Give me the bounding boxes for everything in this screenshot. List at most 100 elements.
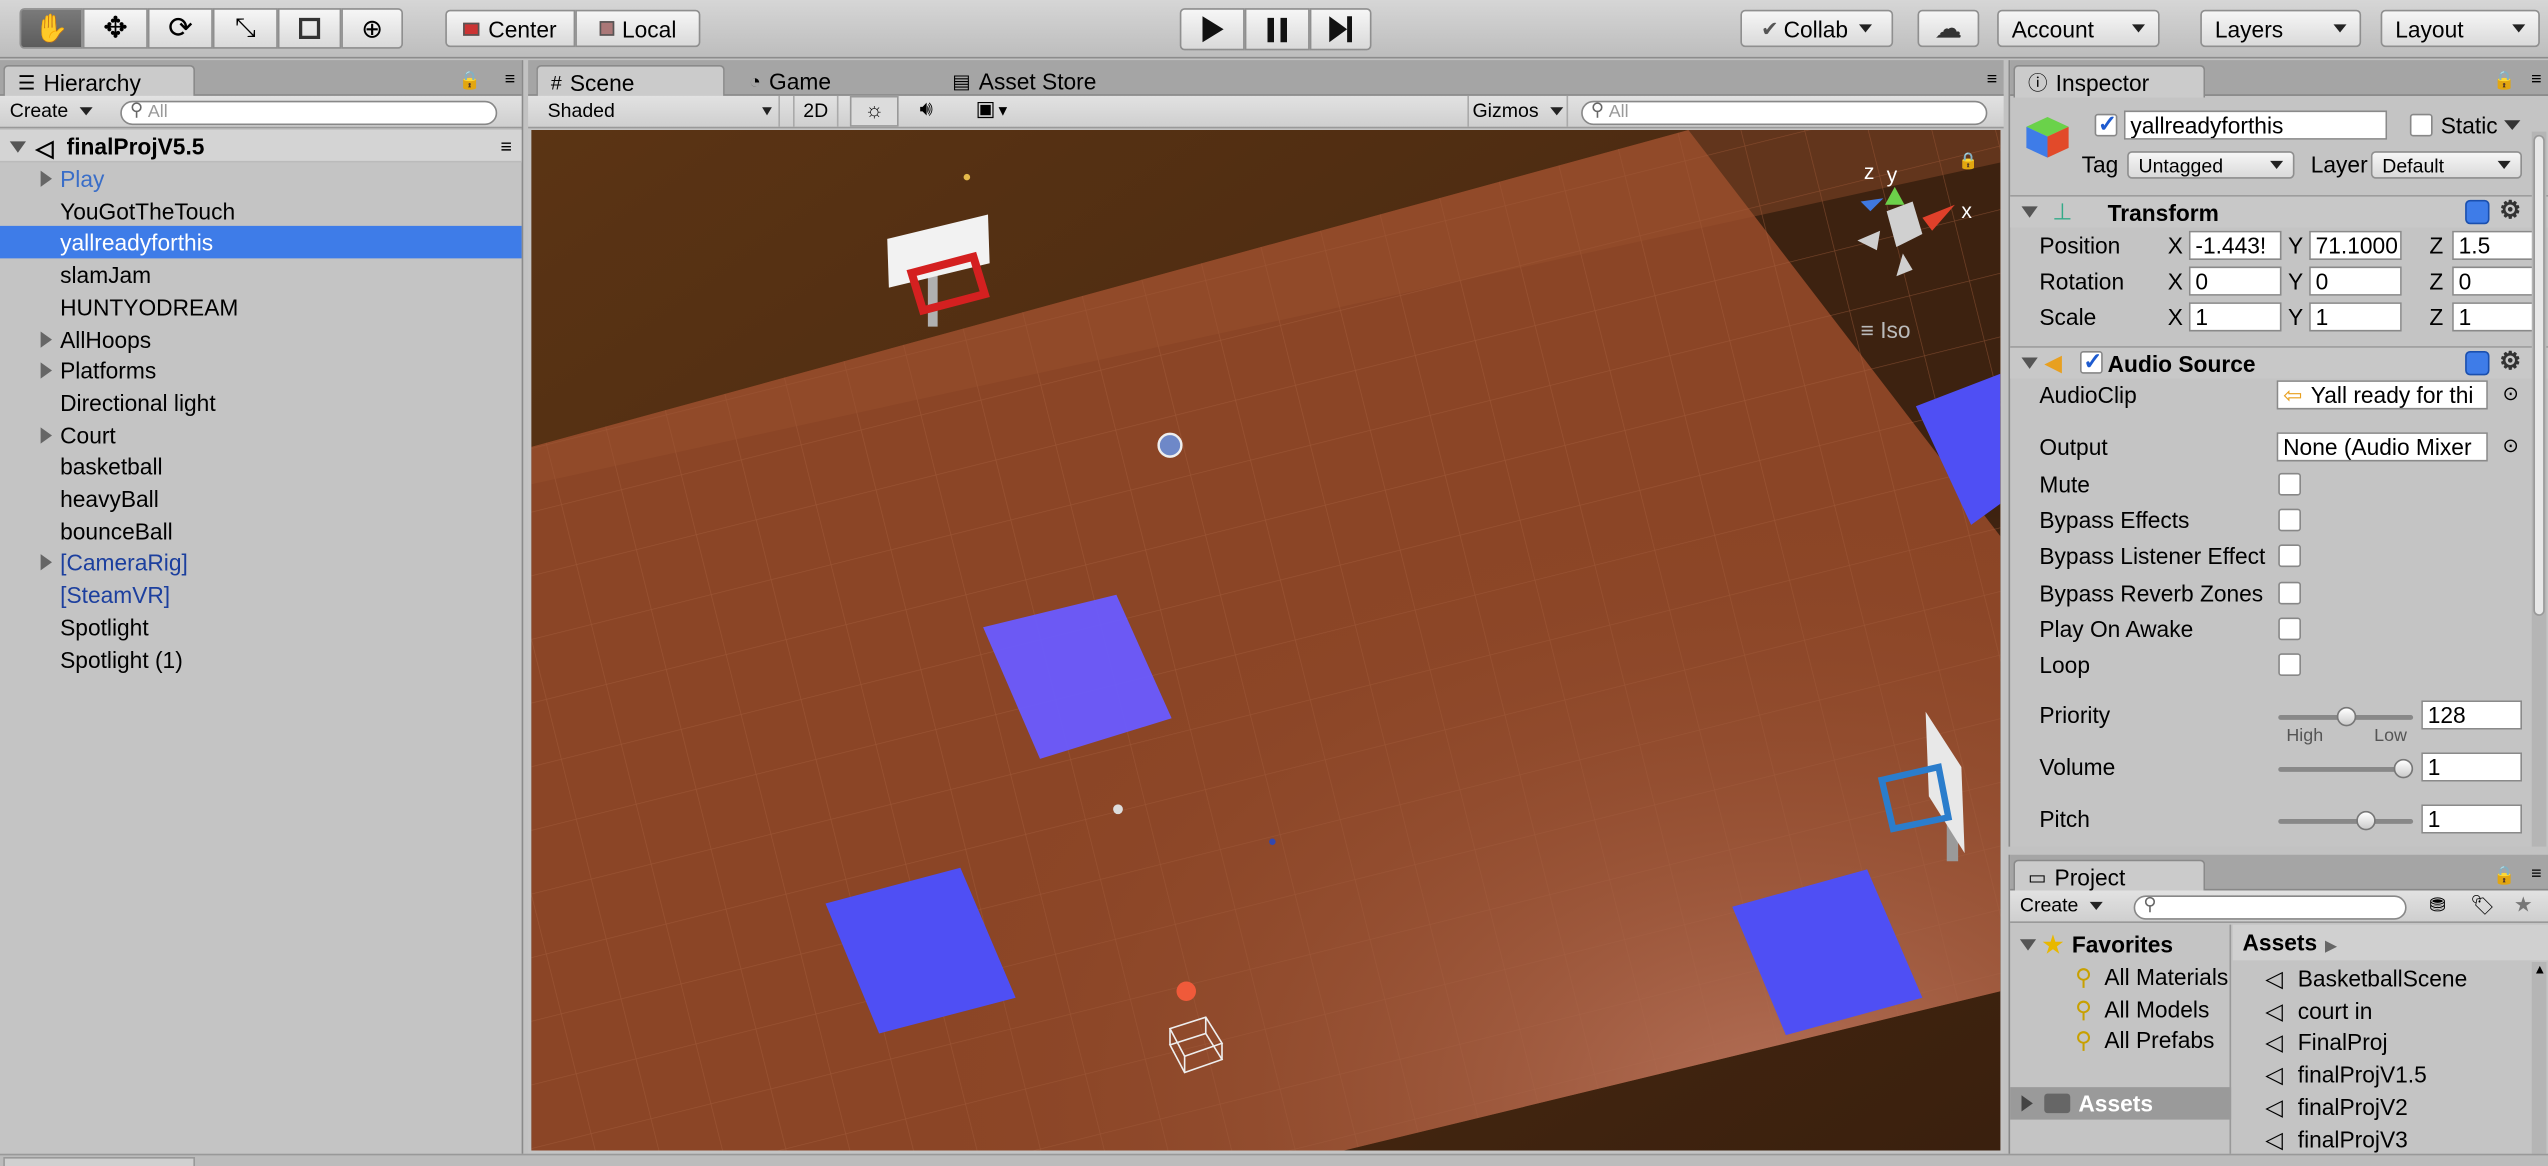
static-checkbox[interactable] bbox=[2409, 113, 2433, 137]
favorite-item[interactable]: ⚲ All Prefabs bbox=[2010, 1024, 2231, 1057]
hierarchy-create-button[interactable]: Create bbox=[10, 99, 93, 122]
axis-y-label[interactable]: Y bbox=[2288, 304, 2303, 330]
priority-slider-knob[interactable] bbox=[2335, 706, 2356, 727]
transform-expand-icon[interactable] bbox=[2021, 206, 2038, 218]
lock-icon[interactable]: 🔒 bbox=[459, 70, 481, 92]
rect-tool-button[interactable] bbox=[277, 8, 342, 49]
static-dropdown-icon[interactable] bbox=[2504, 120, 2521, 130]
scene-root-row[interactable]: ◁ finalProjV5.5 ≡ bbox=[0, 130, 522, 163]
scene-viewport[interactable]: x y z 🔒 ≡ Iso bbox=[531, 130, 2001, 1151]
hierarchy-item[interactable]: Spotlight bbox=[0, 611, 522, 644]
transform-x-input[interactable]: -1.443! bbox=[2188, 230, 2282, 260]
transform-y-input[interactable]: 71.1000 bbox=[2309, 230, 2402, 260]
hierarchy-item[interactable]: heavyBall bbox=[0, 483, 522, 516]
hierarchy-item[interactable]: [CameraRig] bbox=[0, 547, 522, 580]
axis-x-label[interactable]: X bbox=[2168, 232, 2183, 258]
tab-scene[interactable]: # Scene bbox=[536, 65, 725, 98]
hand-tool-button[interactable]: ✋ bbox=[19, 8, 83, 49]
transform-help-icon[interactable] bbox=[2465, 199, 2490, 225]
favorite-item[interactable]: ⚲ All Models bbox=[2010, 992, 2231, 1025]
hierarchy-item[interactable]: Court bbox=[0, 419, 522, 452]
audio-toggle-checkbox[interactable] bbox=[2278, 545, 2301, 568]
gizmo-lock-icon[interactable]: 🔒 bbox=[1958, 153, 1978, 171]
audio-source-header[interactable]: ◀ Audio Source ⚙ bbox=[2010, 346, 2548, 379]
transform-z-input[interactable]: 1 bbox=[2452, 302, 2542, 332]
transform-z-input[interactable]: 0 bbox=[2452, 266, 2542, 296]
hierarchy-item[interactable]: bounceBall bbox=[0, 515, 522, 548]
audio-toggle-checkbox[interactable] bbox=[2278, 472, 2301, 496]
scale-tool-button[interactable]: ⤡ bbox=[212, 8, 278, 49]
axis-y-label[interactable]: Y bbox=[2288, 232, 2303, 258]
effects-toggle-button[interactable]: ▣▼ bbox=[960, 96, 1025, 127]
volume-slider-knob[interactable] bbox=[2393, 758, 2414, 779]
asset-item[interactable]: ◁ FinalProj bbox=[2233, 1026, 2534, 1059]
expand-arrow-icon[interactable] bbox=[40, 170, 52, 187]
audioclip-picker-icon[interactable]: ⊙ bbox=[2503, 382, 2519, 405]
scene-search-input[interactable]: All bbox=[1581, 100, 1988, 126]
audio-toggle-checkbox[interactable] bbox=[2278, 617, 2301, 640]
tab-hierarchy[interactable]: ☰ Hierarchy bbox=[3, 65, 195, 98]
scene-expand-icon[interactable] bbox=[9, 141, 26, 153]
expand-arrow-icon[interactable] bbox=[40, 554, 52, 572]
expand-arrow-icon[interactable] bbox=[40, 362, 52, 379]
hierarchy-item[interactable]: Play bbox=[0, 163, 522, 196]
rotate-tool-button[interactable]: ⟳ bbox=[147, 8, 213, 49]
audio-enabled-checkbox[interactable] bbox=[2080, 348, 2103, 375]
asset-item[interactable]: ◁ BasketballScene bbox=[2233, 962, 2534, 995]
assets-expand-icon[interactable] bbox=[2021, 1095, 2033, 1112]
layout-dropdown[interactable]: Layout bbox=[2380, 9, 2540, 48]
projection-toggle[interactable]: ≡ Iso bbox=[1861, 317, 1911, 343]
transform-header[interactable]: ⊥ Transform ⚙ bbox=[2010, 195, 2548, 228]
transform-settings-gear-icon[interactable]: ⚙ bbox=[2499, 197, 2521, 224]
output-field[interactable]: None (Audio Mixer bbox=[2276, 432, 2488, 462]
audio-settings-gear-icon[interactable]: ⚙ bbox=[2499, 349, 2521, 375]
audio-help-icon[interactable] bbox=[2465, 351, 2490, 376]
search-by-label-icon[interactable]: 🏷︎ bbox=[2470, 894, 2495, 917]
pitch-slider[interactable] bbox=[2278, 810, 2414, 831]
pivot-center-button[interactable]: Center bbox=[445, 9, 576, 48]
expand-arrow-icon[interactable] bbox=[40, 426, 52, 443]
volume-input[interactable]: 1 bbox=[2421, 752, 2522, 782]
audioclip-field[interactable]: ⇦ Yall ready for thi bbox=[2276, 380, 2488, 410]
hierarchy-item[interactable]: Spotlight (1) bbox=[0, 643, 522, 676]
audio-toggle-button[interactable]: 🔊︎ bbox=[902, 96, 951, 127]
transform-x-input[interactable]: 0 bbox=[2188, 266, 2282, 296]
project-menu-icon[interactable]: ≡ bbox=[2531, 865, 2541, 885]
inspector-menu-icon[interactable]: ≡ bbox=[2531, 70, 2541, 90]
layers-dropdown[interactable]: Layers bbox=[2200, 9, 2362, 48]
axis-z-label[interactable]: Z bbox=[2429, 268, 2443, 294]
inspector-scrollbar-thumb[interactable] bbox=[2533, 134, 2545, 616]
tab-asset-store[interactable]: ▤ Asset Store bbox=[939, 65, 1109, 98]
hierarchy-item[interactable]: AllHoops bbox=[0, 323, 522, 356]
collab-dropdown[interactable]: ✔ Collab bbox=[1740, 9, 1894, 48]
cloud-button[interactable]: ☁ bbox=[1917, 9, 1980, 48]
hierarchy-item[interactable]: slamJam bbox=[0, 259, 522, 292]
pause-button[interactable] bbox=[1244, 8, 1310, 51]
transform-tool-button[interactable]: ⊕ bbox=[341, 8, 403, 49]
inspector-scrollbar[interactable] bbox=[2531, 131, 2547, 847]
project-lock-icon[interactable]: 🔒 bbox=[2493, 865, 2515, 886]
audio-toggle-checkbox[interactable] bbox=[2278, 508, 2301, 532]
asset-item[interactable]: ◁ finalProjV1.5 bbox=[2233, 1058, 2534, 1091]
project-create-button[interactable]: Create bbox=[2020, 894, 2103, 917]
transform-y-input[interactable]: 0 bbox=[2309, 266, 2402, 296]
scroll-up-icon[interactable]: ▲ bbox=[2533, 962, 2546, 977]
tag-dropdown[interactable]: Untagged bbox=[2127, 151, 2295, 179]
pivot-local-button[interactable]: Local bbox=[575, 9, 701, 48]
2d-toggle-button[interactable]: 2D bbox=[793, 95, 839, 127]
output-picker-icon[interactable]: ⊙ bbox=[2503, 434, 2519, 457]
priority-input[interactable]: 128 bbox=[2421, 700, 2522, 730]
inspector-lock-icon[interactable]: 🔒 bbox=[2493, 70, 2515, 92]
move-tool-button[interactable]: ✥ bbox=[82, 8, 148, 49]
scene-panel-menu-icon[interactable]: ≡ bbox=[1987, 70, 1997, 90]
lighting-toggle-button[interactable]: ☼ bbox=[849, 95, 899, 127]
expand-arrow-icon[interactable] bbox=[40, 330, 52, 347]
scene-menu-icon[interactable]: ≡ bbox=[500, 130, 511, 163]
panel-menu-icon[interactable]: ≡ bbox=[505, 70, 515, 90]
gizmos-dropdown[interactable]: Gizmos bbox=[1467, 95, 1569, 127]
object-name-input[interactable]: yallreadyforthis bbox=[2123, 110, 2388, 140]
tab-project[interactable]: ▭ Project bbox=[2013, 859, 2206, 893]
priority-slider[interactable] bbox=[2278, 706, 2414, 727]
hierarchy-item[interactable]: [SteamVR] bbox=[0, 579, 522, 612]
transform-y-input[interactable]: 1 bbox=[2309, 302, 2402, 332]
